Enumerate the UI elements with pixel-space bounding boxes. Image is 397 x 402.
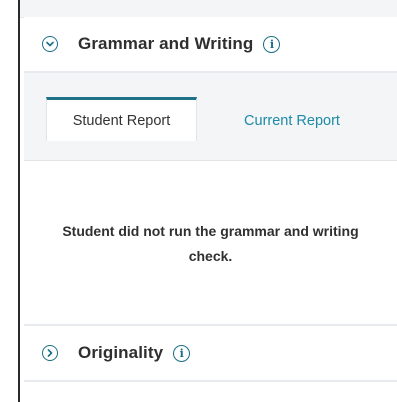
no-check-message: Student did not run the grammar and writ… [62,222,359,264]
chevron-down-circle-icon[interactable] [42,36,58,52]
top-strip [20,0,397,18]
info-icon[interactable]: i [263,35,281,53]
originality-section-title: Originality [78,343,164,362]
report-tabs: Student Report Current Report [46,97,387,141]
tab-current-report[interactable]: Current Report [197,97,387,141]
report-tabs-area: Student Report Current Report [24,73,397,161]
grammar-section-header[interactable]: Grammar and Writing i [24,17,397,73]
chevron-right-circle-icon[interactable] [42,345,58,361]
left-border [18,0,20,402]
originality-section-header[interactable]: Originality i [24,326,397,382]
grammar-section-title: Grammar and Writing [78,34,254,53]
report-panel: Grammar and Writing i Student Report Cur… [24,17,397,382]
info-icon[interactable]: i [173,344,191,362]
tab-student-report[interactable]: Student Report [46,97,197,141]
report-message-area: Student did not run the grammar and writ… [24,161,397,326]
report-page: Grammar and Writing i Student Report Cur… [0,0,397,402]
